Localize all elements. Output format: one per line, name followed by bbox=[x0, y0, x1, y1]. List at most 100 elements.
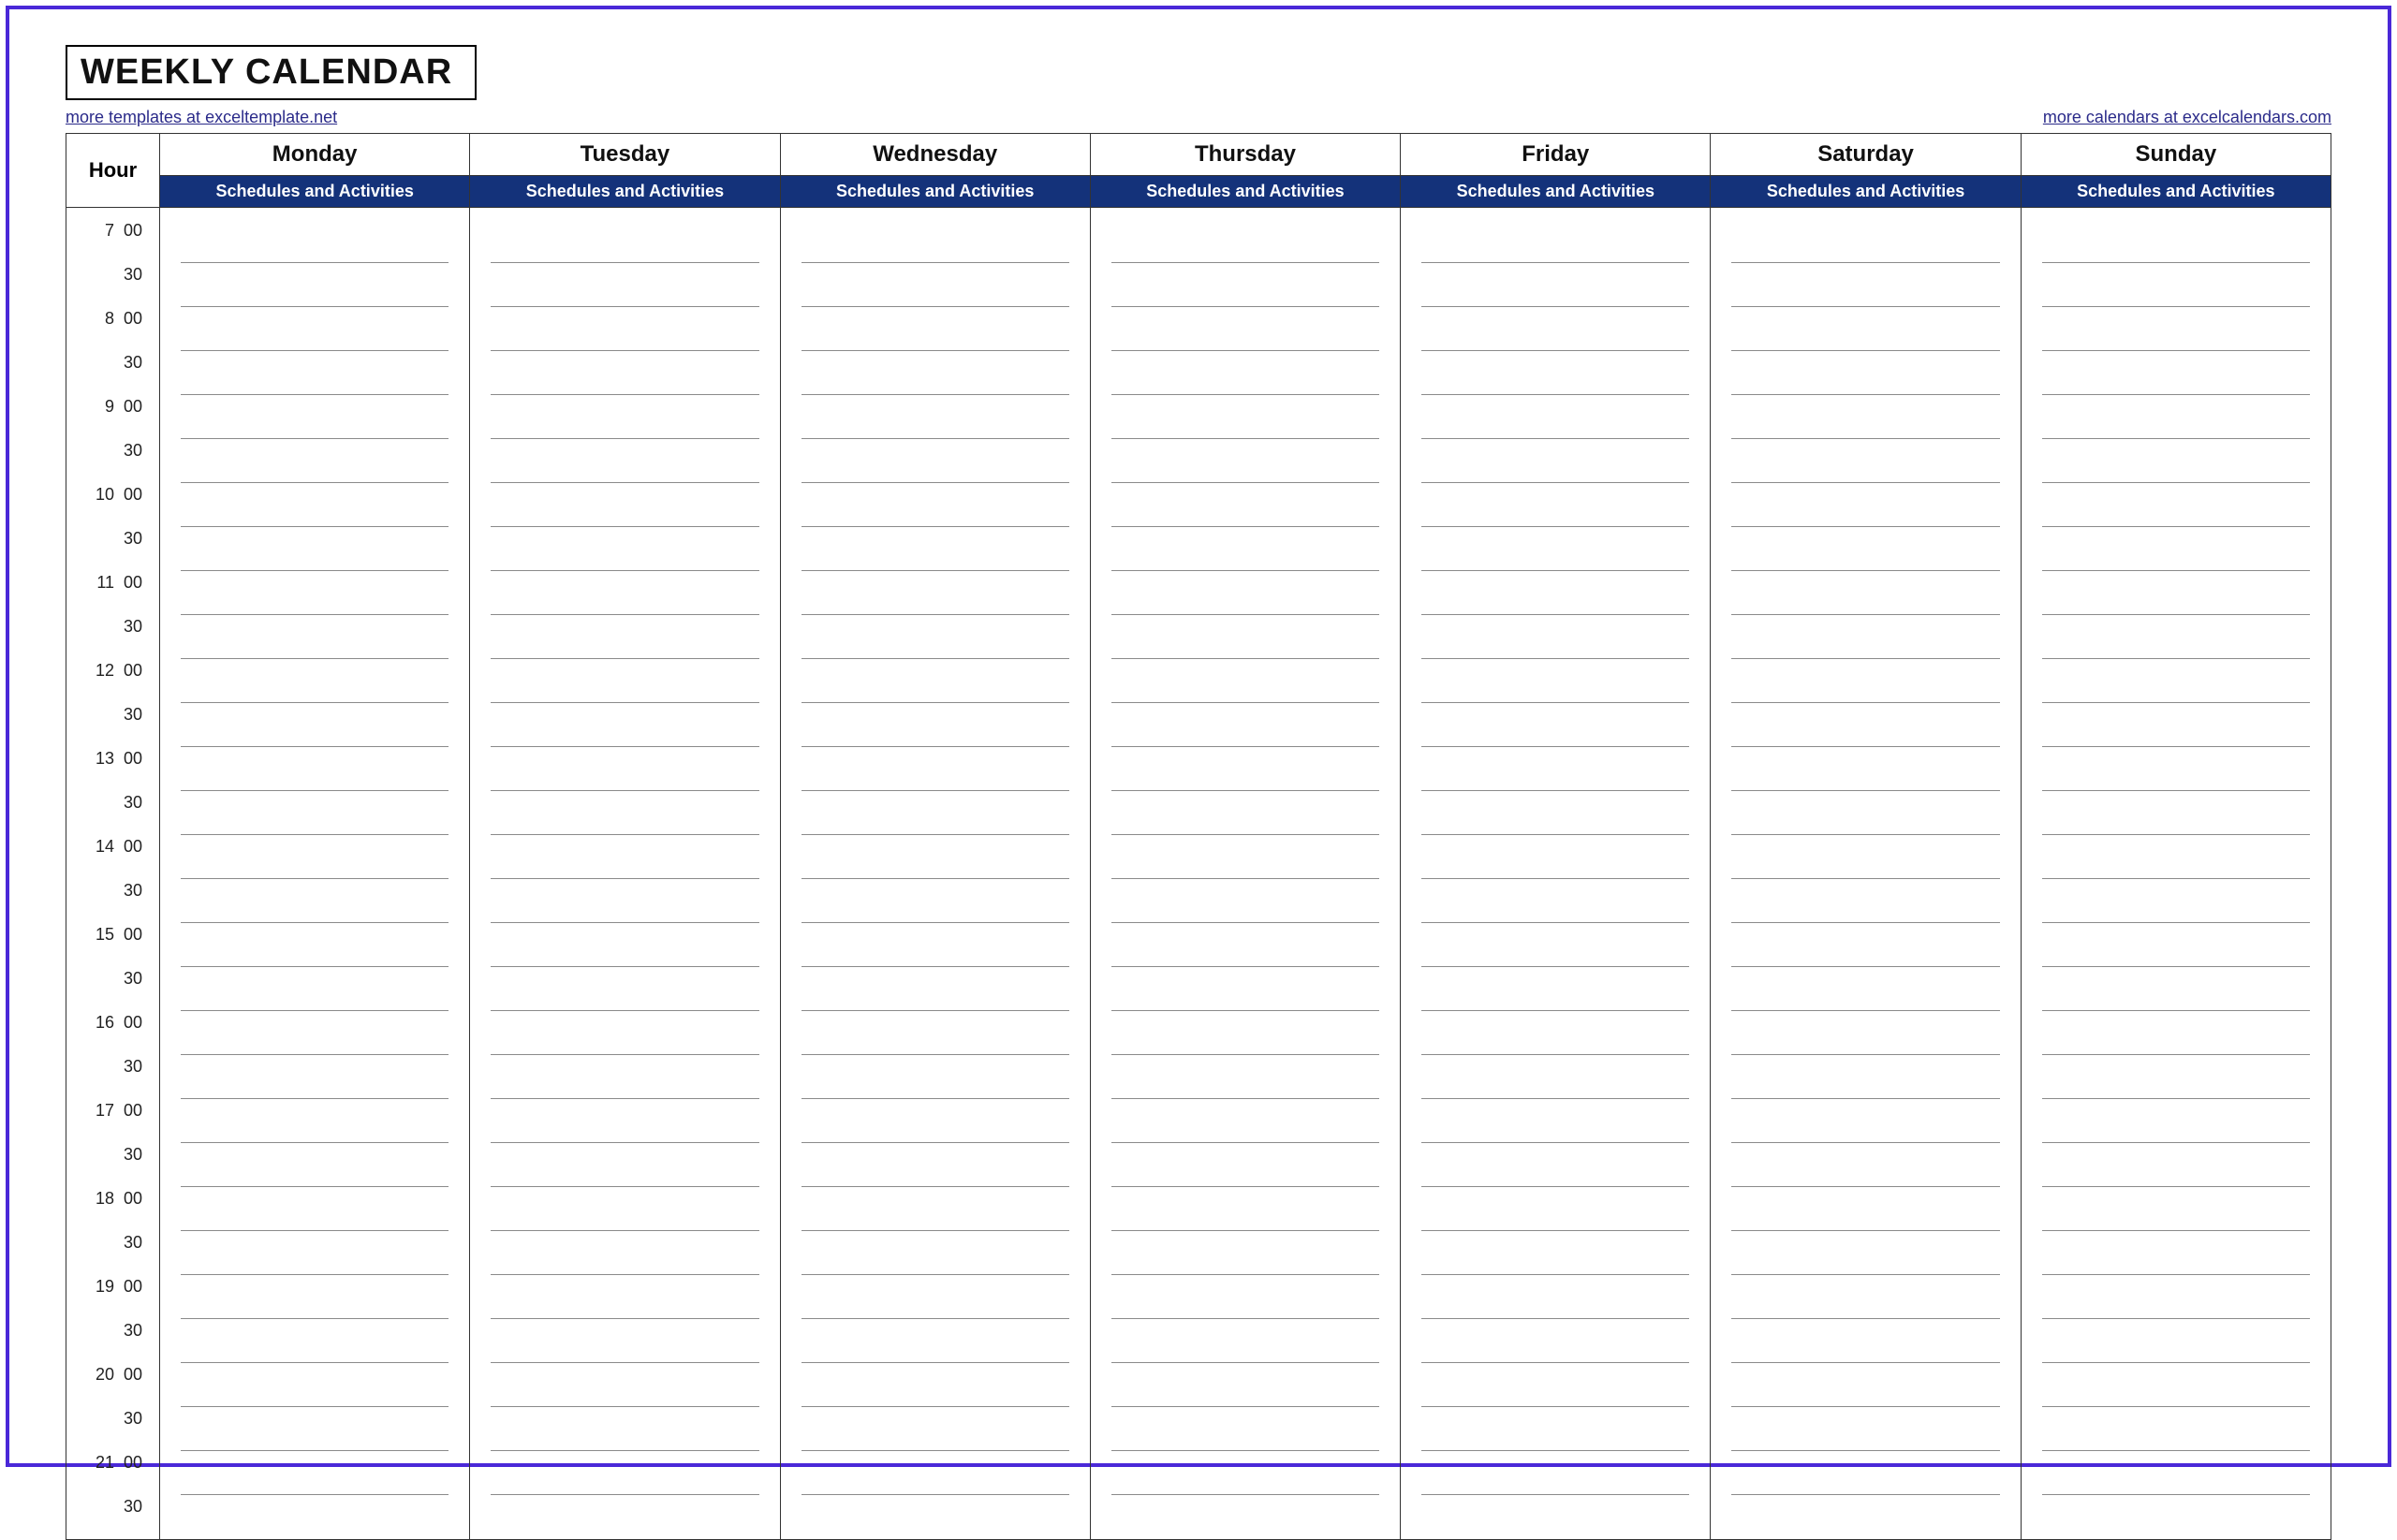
schedule-slot[interactable] bbox=[1111, 1011, 1379, 1055]
schedule-slot[interactable] bbox=[491, 1363, 758, 1407]
schedule-slot[interactable] bbox=[491, 439, 758, 483]
schedule-slot[interactable] bbox=[801, 1055, 1069, 1099]
schedule-slot[interactable] bbox=[181, 747, 449, 791]
schedule-slot[interactable] bbox=[181, 219, 449, 263]
schedule-slot[interactable] bbox=[1731, 659, 1999, 703]
schedule-slot[interactable] bbox=[491, 307, 758, 351]
schedule-slot[interactable] bbox=[2042, 1319, 2310, 1363]
schedule-slot[interactable] bbox=[181, 1231, 449, 1275]
schedule-slot[interactable] bbox=[801, 1187, 1069, 1231]
schedule-slot[interactable] bbox=[801, 1011, 1069, 1055]
schedule-slot[interactable] bbox=[1731, 527, 1999, 571]
schedule-slot[interactable] bbox=[491, 219, 758, 263]
schedule-slot[interactable] bbox=[181, 659, 449, 703]
schedule-slot[interactable] bbox=[1111, 1143, 1379, 1187]
schedule-slot[interactable] bbox=[2042, 1363, 2310, 1407]
schedule-slot[interactable] bbox=[801, 747, 1069, 791]
schedule-slot[interactable] bbox=[181, 967, 449, 1011]
schedule-slot[interactable] bbox=[1731, 483, 1999, 527]
day-cell-friday[interactable] bbox=[1401, 208, 1711, 1540]
schedule-slot[interactable] bbox=[181, 1451, 449, 1495]
schedule-slot[interactable] bbox=[2042, 879, 2310, 923]
schedule-slot[interactable] bbox=[2042, 1231, 2310, 1275]
schedule-slot[interactable] bbox=[1421, 1319, 1689, 1363]
schedule-slot[interactable] bbox=[1111, 703, 1379, 747]
schedule-slot[interactable] bbox=[1731, 1187, 1999, 1231]
schedule-slot[interactable] bbox=[1731, 307, 1999, 351]
schedule-slot[interactable] bbox=[181, 351, 449, 395]
day-cell-thursday[interactable] bbox=[1090, 208, 1400, 1540]
schedule-slot[interactable] bbox=[2042, 1407, 2310, 1451]
schedule-slot[interactable] bbox=[1111, 1407, 1379, 1451]
schedule-slot[interactable] bbox=[2042, 1495, 2310, 1539]
schedule-slot[interactable] bbox=[1731, 439, 1999, 483]
schedule-slot[interactable] bbox=[491, 879, 758, 923]
schedule-slot[interactable] bbox=[1731, 395, 1999, 439]
schedule-slot[interactable] bbox=[801, 615, 1069, 659]
schedule-slot[interactable] bbox=[491, 263, 758, 307]
schedule-slot[interactable] bbox=[1731, 1143, 1999, 1187]
schedule-slot[interactable] bbox=[1421, 1231, 1689, 1275]
schedule-slot[interactable] bbox=[1731, 1451, 1999, 1495]
schedule-slot[interactable] bbox=[1731, 219, 1999, 263]
schedule-slot[interactable] bbox=[1421, 967, 1689, 1011]
schedule-slot[interactable] bbox=[1421, 659, 1689, 703]
schedule-slot[interactable] bbox=[491, 571, 758, 615]
schedule-slot[interactable] bbox=[1421, 263, 1689, 307]
schedule-slot[interactable] bbox=[1731, 879, 1999, 923]
schedule-slot[interactable] bbox=[801, 1143, 1069, 1187]
schedule-slot[interactable] bbox=[1421, 1495, 1689, 1539]
schedule-slot[interactable] bbox=[181, 307, 449, 351]
schedule-slot[interactable] bbox=[1421, 439, 1689, 483]
schedule-slot[interactable] bbox=[801, 1319, 1069, 1363]
schedule-slot[interactable] bbox=[181, 1407, 449, 1451]
schedule-slot[interactable] bbox=[2042, 263, 2310, 307]
schedule-slot[interactable] bbox=[181, 615, 449, 659]
schedule-slot[interactable] bbox=[801, 527, 1069, 571]
schedule-slot[interactable] bbox=[1421, 1407, 1689, 1451]
schedule-slot[interactable] bbox=[491, 483, 758, 527]
schedule-slot[interactable] bbox=[1731, 1275, 1999, 1319]
schedule-slot[interactable] bbox=[1111, 1099, 1379, 1143]
schedule-slot[interactable] bbox=[491, 1407, 758, 1451]
schedule-slot[interactable] bbox=[1421, 1451, 1689, 1495]
schedule-slot[interactable] bbox=[1421, 395, 1689, 439]
schedule-slot[interactable] bbox=[1111, 923, 1379, 967]
schedule-slot[interactable] bbox=[181, 1011, 449, 1055]
schedule-slot[interactable] bbox=[181, 791, 449, 835]
schedule-slot[interactable] bbox=[2042, 1275, 2310, 1319]
schedule-slot[interactable] bbox=[181, 263, 449, 307]
templates-link[interactable]: more templates at exceltemplate.net bbox=[66, 108, 337, 127]
schedule-slot[interactable] bbox=[2042, 395, 2310, 439]
schedule-slot[interactable] bbox=[491, 1319, 758, 1363]
schedule-slot[interactable] bbox=[1111, 1363, 1379, 1407]
schedule-slot[interactable] bbox=[491, 1275, 758, 1319]
schedule-slot[interactable] bbox=[1111, 219, 1379, 263]
schedule-slot[interactable] bbox=[1421, 351, 1689, 395]
schedule-slot[interactable] bbox=[1731, 967, 1999, 1011]
schedule-slot[interactable] bbox=[2042, 219, 2310, 263]
schedule-slot[interactable] bbox=[801, 1451, 1069, 1495]
schedule-slot[interactable] bbox=[1421, 307, 1689, 351]
schedule-slot[interactable] bbox=[1731, 1011, 1999, 1055]
schedule-slot[interactable] bbox=[181, 835, 449, 879]
schedule-slot[interactable] bbox=[491, 615, 758, 659]
schedule-slot[interactable] bbox=[491, 1055, 758, 1099]
schedule-slot[interactable] bbox=[491, 1011, 758, 1055]
schedule-slot[interactable] bbox=[181, 395, 449, 439]
schedule-slot[interactable] bbox=[1421, 835, 1689, 879]
schedule-slot[interactable] bbox=[1421, 747, 1689, 791]
schedule-slot[interactable] bbox=[1421, 615, 1689, 659]
schedule-slot[interactable] bbox=[491, 1099, 758, 1143]
schedule-slot[interactable] bbox=[801, 879, 1069, 923]
schedule-slot[interactable] bbox=[1731, 1231, 1999, 1275]
schedule-slot[interactable] bbox=[1111, 1319, 1379, 1363]
schedule-slot[interactable] bbox=[1731, 923, 1999, 967]
schedule-slot[interactable] bbox=[1731, 835, 1999, 879]
schedule-slot[interactable] bbox=[2042, 439, 2310, 483]
schedule-slot[interactable] bbox=[1111, 879, 1379, 923]
schedule-slot[interactable] bbox=[2042, 351, 2310, 395]
schedule-slot[interactable] bbox=[181, 1495, 449, 1539]
schedule-slot[interactable] bbox=[1731, 615, 1999, 659]
schedule-slot[interactable] bbox=[1111, 1055, 1379, 1099]
